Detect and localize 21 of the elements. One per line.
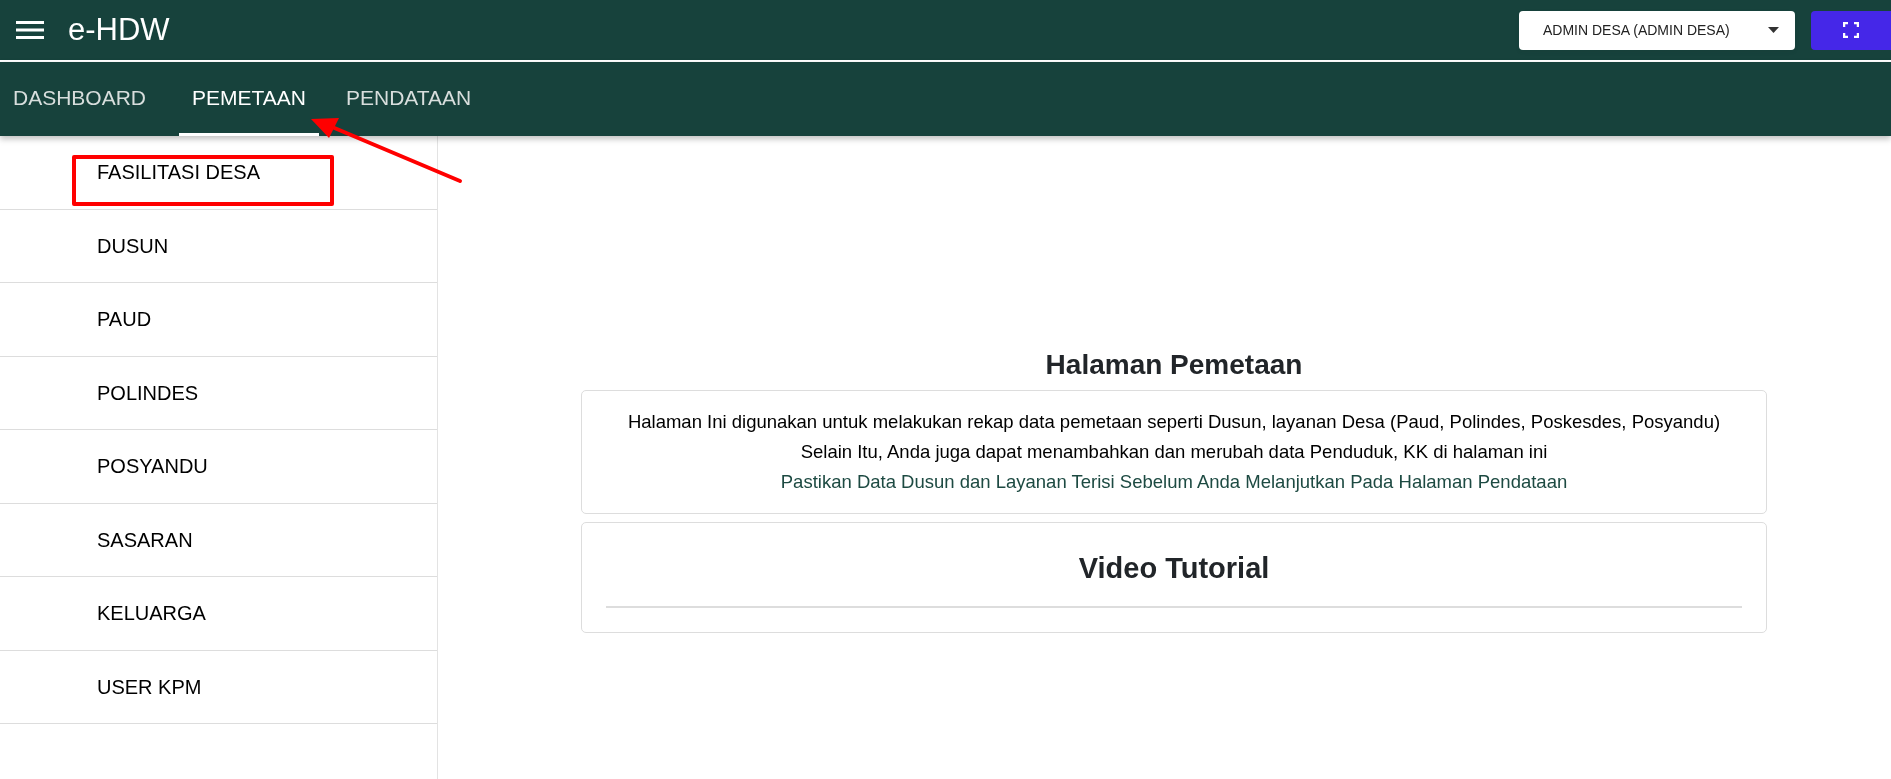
app-title: e-HDW	[68, 10, 170, 49]
user-dropdown[interactable]: ADMIN DESA (ADMIN DESA)	[1519, 10, 1795, 50]
sidebar-item[interactable]: POLINDES	[0, 356, 437, 430]
sidebar-item[interactable]: SASARAN	[0, 503, 437, 577]
sidebar-item[interactable]: USER KPM	[0, 650, 437, 724]
caret-icon	[1768, 27, 1779, 33]
sidebar-item[interactable]: FASILITASI DESA	[0, 136, 437, 210]
info-text: Selain Itu, Anda juga dapat menambahkan dan merubah data Penduduk, KK di halaman ini	[799, 439, 1549, 464]
video-heading: Video Tutorial	[1077, 550, 1271, 586]
menu-icon[interactable]	[16, 20, 44, 40]
nav-tab[interactable]: PENDATAAN	[333, 62, 485, 136]
sidebar-item[interactable]: KELUARGA	[0, 577, 437, 651]
note-text: Pastikan Data Dusun dan Layanan Terisi Sebelum Anda Melanjutkan Pada Halaman Pendataan	[779, 469, 1569, 494]
sidebar-item[interactable]: POSYANDU	[0, 430, 437, 504]
sidebar-item[interactable]: PAUD	[0, 283, 437, 357]
nav-tab[interactable]: DASHBOARD	[0, 62, 160, 136]
fullscreen-button[interactable]	[1811, 10, 1891, 50]
sidebar-item[interactable]: DUSUN	[0, 209, 437, 283]
fullscreen-icon	[1843, 22, 1859, 38]
info-text: Halaman Ini digunakan untuk melakukan rekap data pemetaan seperti Dusun, layanan Desa (Paud, Polindes, Poskesdes, Posyandu)	[626, 409, 1722, 434]
page-heading: Halaman Pemetaan	[1044, 348, 1304, 382]
